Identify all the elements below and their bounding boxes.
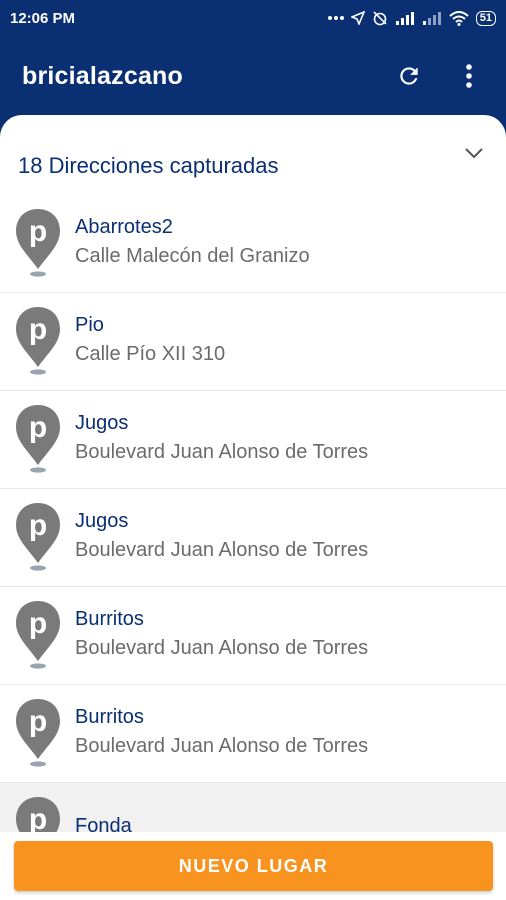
place-name: Jugos — [75, 411, 129, 434]
list-item[interactable]: p Jugos Boulevard Juan Alonso de Torres — [0, 391, 506, 489]
more-options-button[interactable] — [454, 61, 484, 91]
new-place-button[interactable]: NUEVO LUGAR — [14, 841, 493, 891]
place-name: Jugos — [75, 509, 129, 532]
sheet-header: 18 Direcciones capturadas — [0, 115, 506, 203]
list-item[interactable]: p Jugos Boulevard Juan Alonso de Torres — [0, 489, 506, 587]
svg-text:p: p — [29, 607, 47, 640]
bottom-bar: NUEVO LUGAR — [0, 832, 506, 900]
svg-text:p: p — [29, 705, 47, 738]
dots-icon — [327, 15, 344, 21]
svg-text:p: p — [29, 411, 47, 444]
place-pin-icon: p — [14, 795, 62, 836]
signal-icon — [395, 11, 415, 25]
list-item[interactable]: p Burritos Boulevard Juan Alonso de Torr… — [0, 587, 506, 685]
addresses-sheet: 18 Direcciones capturadas p Abarrotes2 C… — [0, 115, 506, 900]
chevron-down-icon — [465, 148, 483, 159]
app-title: bricialazcano — [22, 61, 183, 90]
svg-text:p: p — [29, 509, 47, 542]
refresh-icon — [400, 67, 418, 85]
place-name: Abarrotes2 — [75, 215, 173, 238]
place-address: Boulevard Juan Alonso de Torres — [75, 440, 369, 463]
app-bar: bricialazcano — [0, 36, 506, 120]
list-item[interactable]: p Burritos Boulevard Juan Alonso de Torr… — [0, 685, 506, 783]
place-name: Burritos — [75, 607, 144, 630]
list-item[interactable]: p Pio Calle Pío XII 310 — [0, 293, 506, 391]
location-arrow-icon — [350, 11, 365, 25]
more-vert-icon — [466, 64, 472, 88]
list-item[interactable]: p Abarrotes2 Calle Malecón del Granizo — [0, 195, 506, 293]
place-pin-icon: p — [14, 501, 62, 575]
place-address: Boulevard Juan Alonso de Torres — [75, 538, 369, 561]
place-pin-icon: p — [14, 305, 62, 379]
place-address: Calle Malecón del Granizo — [75, 244, 310, 267]
place-address: Boulevard Juan Alonso de Torres — [75, 734, 369, 757]
list-item[interactable]: p Fonda — [0, 783, 506, 835]
signal-weak-icon — [422, 11, 442, 25]
status-time: 12:06 PM — [10, 9, 76, 27]
status-bar: 12:06 PM 51 — [0, 0, 506, 36]
place-pin-icon: p — [14, 403, 62, 477]
svg-text:p: p — [29, 803, 47, 836]
places-list: p Abarrotes2 Calle Malecón del Granizo p… — [0, 195, 506, 835]
svg-text:p: p — [29, 313, 47, 346]
place-address: Calle Pío XII 310 — [75, 342, 226, 365]
app-actions — [394, 61, 484, 91]
svg-text:p: p — [29, 215, 47, 248]
place-pin-icon: p — [14, 697, 62, 771]
place-name: Burritos — [75, 705, 144, 728]
collapse-button[interactable] — [460, 139, 488, 167]
wifi-icon — [449, 10, 469, 26]
battery-icon: 51 — [475, 10, 496, 26]
place-name: Pio — [75, 313, 104, 336]
place-pin-icon: p — [14, 207, 62, 281]
place-pin-icon: p — [14, 599, 62, 673]
status-icons: 51 — [327, 10, 496, 26]
addresses-count-title: 18 Direcciones capturadas — [18, 153, 279, 178]
alarm-off-icon — [372, 10, 388, 26]
place-address: Boulevard Juan Alonso de Torres — [75, 636, 369, 659]
refresh-button[interactable] — [394, 61, 424, 91]
